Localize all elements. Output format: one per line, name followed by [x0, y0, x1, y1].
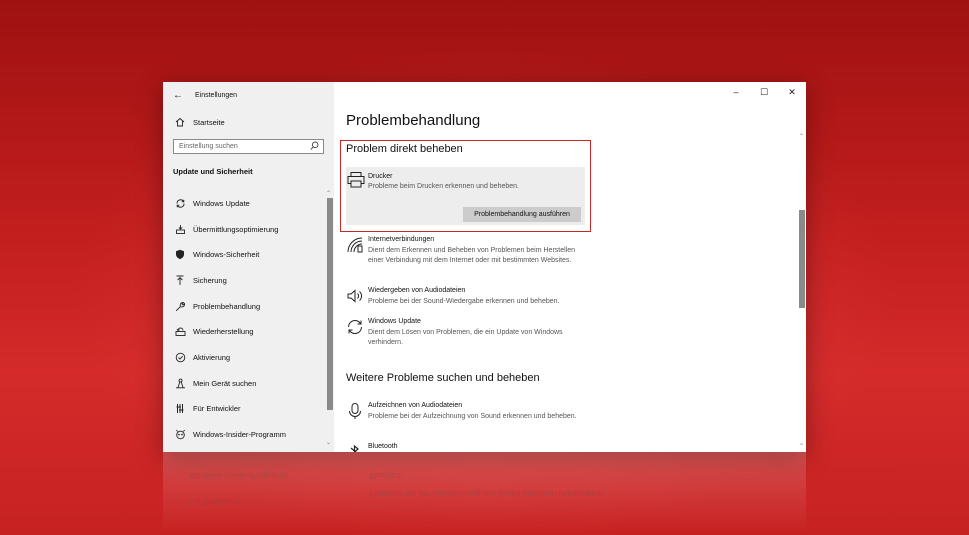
- sidebar-item-insider[interactable]: Windows-Insider-Programm: [173, 427, 286, 441]
- sidebar-scrollbar[interactable]: [327, 198, 333, 410]
- window-controls: – ☐ ✕: [730, 87, 798, 98]
- backup-arrow-icon: [173, 274, 187, 286]
- sidebar-item-delivery-optimization[interactable]: Übermittlungsoptimierung: [173, 222, 278, 236]
- content-scroll-up-icon[interactable]: ⌃: [799, 133, 804, 140]
- sidebar-item-label: Mein Gerät suchen: [193, 378, 257, 388]
- sidebar-item-developers[interactable]: Für Entwickler: [173, 401, 241, 415]
- section-heading-more-problems: Weitere Probleme suchen und beheben: [346, 372, 540, 384]
- sidebar-item-label: Sicherung: [193, 275, 227, 285]
- window-reflection: Windows-Insider-Programm Bluetooth Für E…: [163, 452, 806, 532]
- check-circle-icon: [173, 351, 187, 363]
- sidebar-item-label: Für Entwickler: [193, 403, 241, 413]
- sidebar: ← Einstellungen Startseite Einstellung s…: [163, 82, 334, 452]
- sync-icon: [346, 318, 364, 336]
- section-heading-direct-fix: Problem direkt beheben: [346, 143, 463, 155]
- troubleshooter-description: Dient dem Erkennen und Beheben von Probl…: [368, 247, 576, 264]
- troubleshooter-title: Windows Update: [368, 318, 421, 325]
- sidebar-item-label: Windows-Sicherheit: [193, 249, 260, 259]
- insider-icon: [173, 428, 187, 440]
- sidebar-item-troubleshoot[interactable]: Problembehandlung: [173, 299, 260, 313]
- sidebar-item-label: Wiederherstellung: [193, 326, 254, 336]
- printer-title: Drucker: [368, 173, 393, 180]
- sidebar-item-find-device[interactable]: Mein Gerät suchen: [173, 376, 256, 390]
- sidebar-item-backup[interactable]: Sicherung: [173, 273, 227, 287]
- home-icon: [173, 116, 187, 128]
- printer-troubleshooter-card[interactable]: Drucker Probleme beim Drucken erkennen u…: [346, 167, 585, 225]
- reflection-text: Windows-Insider-Programm: [189, 471, 289, 480]
- run-troubleshooter-button[interactable]: Problembehandlung ausführen: [463, 207, 581, 222]
- sidebar-item-recovery[interactable]: Wiederherstellung: [173, 324, 253, 338]
- network-icon: [346, 236, 364, 254]
- troubleshooter-title: Bluetooth: [368, 443, 398, 450]
- troubleshooter-title: Aufzeichnen von Audiodateien: [368, 402, 463, 409]
- delivery-optimization-icon: [173, 223, 187, 235]
- page-title: Problembehandlung: [346, 112, 481, 129]
- wrench-icon: [173, 300, 187, 312]
- reflection-text: Bluetooth: [369, 471, 403, 480]
- troubleshooter-description: Dient dem Lösen von Problemen, die ein U…: [368, 329, 563, 346]
- developer-icon: [173, 402, 187, 414]
- search-placeholder: Einstellung suchen: [179, 143, 238, 150]
- maximize-icon[interactable]: ☐: [758, 87, 770, 98]
- sidebar-item-label: Problembehandlung: [193, 301, 261, 311]
- sidebar-item-label: Windows-Insider-Programm: [193, 429, 286, 439]
- sidebar-scroll-down-icon[interactable]: ⌄: [326, 439, 331, 446]
- content-scrollbar[interactable]: [799, 210, 805, 308]
- search-input[interactable]: Einstellung suchen: [173, 139, 324, 154]
- sidebar-item-activation[interactable]: Aktivierung: [173, 350, 230, 364]
- section-heading: Update und Sicherheit: [173, 167, 253, 176]
- troubleshooter-description: Probleme bei der Aufzeichnung von Sound …: [368, 413, 577, 420]
- app-title: Einstellungen: [195, 91, 238, 99]
- back-arrow-icon[interactable]: ←: [173, 90, 187, 101]
- sidebar-item-label: Windows Update: [193, 198, 250, 208]
- sidebar-scroll-up-icon[interactable]: ⌃: [326, 190, 331, 197]
- sidebar-item-label: Aktivierung: [193, 352, 231, 362]
- bluetooth-icon: [346, 443, 364, 452]
- recovery-icon: [173, 325, 187, 337]
- reflection-text: Probleme bei der Aufzeichnung von Sound …: [369, 489, 608, 498]
- speaker-icon: [346, 287, 364, 305]
- titlebar: ← Einstellungen: [173, 88, 237, 102]
- settings-window: ← Einstellungen Startseite Einstellung s…: [163, 82, 806, 452]
- sidebar-item-windows-security[interactable]: Windows-Sicherheit: [173, 247, 259, 261]
- close-icon[interactable]: ✕: [786, 87, 798, 98]
- troubleshooter-description: Probleme bei der Sound-Wiedergabe erkenn…: [368, 298, 560, 305]
- minimize-icon[interactable]: –: [730, 87, 742, 98]
- microphone-icon: [346, 402, 364, 420]
- find-device-icon: [173, 377, 187, 389]
- shield-icon: [173, 248, 187, 260]
- sidebar-item-label: Übermittlungsoptimierung: [193, 224, 279, 234]
- sidebar-item-windows-update[interactable]: Windows Update: [173, 196, 250, 210]
- search-icon[interactable]: [310, 141, 319, 153]
- reflection-mirror: Windows-Insider-Programm Bluetooth Für E…: [163, 452, 806, 532]
- printer-description: Probleme beim Drucken erkennen und beheb…: [368, 183, 519, 190]
- troubleshooter-title: Wiedergeben von Audiodateien: [368, 287, 466, 294]
- sidebar-item-home[interactable]: Startseite: [173, 116, 225, 128]
- content-scroll-down-icon[interactable]: ⌄: [799, 440, 804, 447]
- printer-icon: [346, 171, 366, 189]
- main-content: – ☐ ✕ Problembehandlung Problem direkt b…: [334, 82, 806, 452]
- sidebar-item-label: Startseite: [193, 117, 225, 127]
- troubleshooter-title: Internetverbindungen: [368, 236, 435, 243]
- sync-icon: [173, 197, 187, 209]
- reflection-text: Für Entwickler: [189, 497, 240, 506]
